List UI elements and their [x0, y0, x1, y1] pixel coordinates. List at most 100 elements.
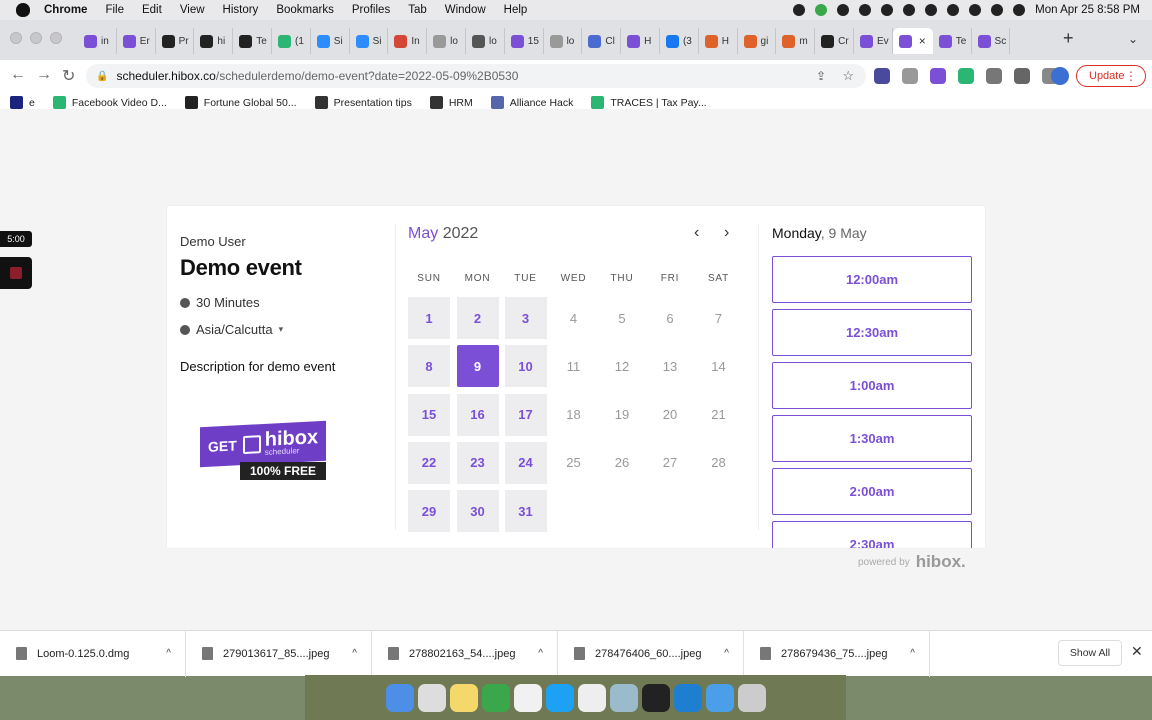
menu-help[interactable]: Help: [504, 4, 528, 16]
user-icon[interactable]: [969, 4, 982, 16]
menu-profiles[interactable]: Profiles: [352, 4, 390, 16]
close-window-button[interactable]: [10, 32, 22, 44]
calendar-day[interactable]: 23: [456, 441, 499, 484]
browser-tab[interactable]: hi: [194, 28, 234, 54]
grammarly-icon[interactable]: [958, 68, 974, 84]
preview-icon[interactable]: [609, 683, 638, 712]
browser-tab[interactable]: Ev: [854, 28, 893, 54]
download-item[interactable]: 278679436_75....jpeg ^: [744, 630, 930, 677]
forward-arrow-icon[interactable]: →: [36, 66, 52, 84]
show-all-downloads-button[interactable]: Show All: [1058, 640, 1122, 666]
extension-icon[interactable]: [902, 68, 918, 84]
calendar-day[interactable]: 3: [504, 297, 547, 339]
next-month-chevron-icon[interactable]: ›: [724, 224, 729, 242]
chrome-icon[interactable]: [513, 683, 542, 712]
upwork-icon[interactable]: [815, 4, 828, 16]
close-tab-icon[interactable]: ×: [919, 34, 926, 48]
download-item[interactable]: 279013617_85....jpeg ^: [186, 630, 372, 677]
battery-icon[interactable]: [925, 4, 938, 16]
time-slot-button[interactable]: 2:00am: [772, 468, 972, 515]
tab-search-chevron-icon[interactable]: ⌄: [1128, 32, 1138, 46]
safari-icon[interactable]: [705, 683, 734, 712]
apple-icon[interactable]: [16, 3, 30, 17]
download-item[interactable]: Loom-0.125.0.dmg ^: [0, 630, 186, 677]
calendar-day-selected[interactable]: 9: [456, 345, 499, 388]
bookmark-item[interactable]: Presentation tips: [314, 96, 412, 109]
play-icon[interactable]: [859, 4, 872, 16]
time-slot-list[interactable]: 12:00am 12:30am 1:00am 1:30am 2:00am 2:30am: [772, 256, 972, 548]
control-center-icon[interactable]: [1013, 4, 1026, 16]
skype-icon[interactable]: [545, 683, 574, 712]
more-menu-icon[interactable]: ⋮: [1125, 69, 1137, 83]
notes-icon[interactable]: [449, 683, 478, 712]
calendar-day[interactable]: 17: [504, 393, 547, 436]
menu-bookmarks[interactable]: Bookmarks: [276, 4, 334, 16]
bookmark-item[interactable]: Fortune Global 50...: [184, 96, 297, 109]
time-slot-button[interactable]: 2:30am: [772, 521, 972, 548]
browser-tab[interactable]: Te: [233, 28, 272, 54]
bookmark-item[interactable]: HRM: [429, 96, 473, 109]
hibox-promo-badge[interactable]: GET hibox scheduler 100% FREE: [200, 420, 328, 484]
download-options-chevron-icon[interactable]: ^: [166, 648, 171, 659]
puzzle-extensions-icon[interactable]: [986, 68, 1002, 84]
browser-tab[interactable]: ×: [892, 28, 933, 54]
download-item[interactable]: 278802163_54....jpeg ^: [372, 630, 558, 677]
menu-app-name[interactable]: Chrome: [44, 4, 87, 16]
prev-month-chevron-icon[interactable]: ‹: [694, 224, 699, 242]
time-slot-button[interactable]: 12:30am: [772, 309, 972, 356]
spotlight-icon[interactable]: [991, 4, 1004, 16]
terminal-icon[interactable]: [641, 683, 670, 712]
browser-tab[interactable]: lo: [427, 28, 466, 54]
menu-file[interactable]: File: [105, 4, 124, 16]
bluetooth-icon[interactable]: [903, 4, 916, 16]
download-options-chevron-icon[interactable]: ^: [724, 648, 729, 659]
browser-tab[interactable]: Cr: [815, 28, 854, 54]
browser-tab[interactable]: lo: [544, 28, 583, 54]
trash-icon[interactable]: [737, 683, 766, 712]
wifi-icon[interactable]: [947, 4, 960, 16]
download-item[interactable]: 278476406_60....jpeg ^: [558, 630, 744, 677]
bookmark-star-icon[interactable]: ☆: [842, 68, 854, 84]
menubar-clock[interactable]: Mon Apr 25 8:58 PM: [1035, 4, 1140, 16]
browser-tab[interactable]: Sc: [972, 28, 1011, 54]
calendar-day[interactable]: 31: [504, 490, 547, 533]
browser-tab[interactable]: (1: [272, 28, 311, 54]
calendar-day[interactable]: 16: [456, 393, 499, 436]
calendar-day[interactable]: 22: [408, 441, 450, 484]
download-options-chevron-icon[interactable]: ^: [352, 648, 357, 659]
back-arrow-icon[interactable]: ←: [10, 66, 26, 84]
reading-list-icon[interactable]: [1014, 68, 1030, 84]
calendar-day[interactable]: 10: [504, 345, 547, 388]
lock-icon[interactable]: 🔒: [96, 71, 108, 82]
time-machine-icon[interactable]: [881, 4, 894, 16]
close-downloads-icon[interactable]: ✕: [1131, 643, 1143, 660]
download-options-chevron-icon[interactable]: ^: [910, 648, 915, 659]
zoom-window-button[interactable]: [50, 32, 62, 44]
new-tab-button[interactable]: +: [1063, 28, 1074, 49]
bookmark-item[interactable]: TRACES | Tax Pay...: [591, 96, 707, 109]
browser-tab[interactable]: H: [621, 28, 660, 54]
browser-tab[interactable]: Si: [311, 28, 350, 54]
upwork-icon[interactable]: [481, 683, 510, 712]
bookmark-item[interactable]: Alliance Hack: [490, 96, 573, 109]
download-options-chevron-icon[interactable]: ^: [538, 648, 543, 659]
share-icon[interactable]: ⇪: [816, 69, 826, 83]
calendar-day[interactable]: 29: [408, 490, 450, 533]
browser-tab[interactable]: gi: [738, 28, 777, 54]
minimize-window-button[interactable]: [30, 32, 42, 44]
bookmark-item[interactable]: Facebook Video D...: [52, 96, 167, 109]
menu-edit[interactable]: Edit: [142, 4, 162, 16]
extension-icon[interactable]: [930, 68, 946, 84]
browser-tab[interactable]: in: [78, 28, 117, 54]
time-slot-button[interactable]: 12:00am: [772, 256, 972, 303]
finder-icon[interactable]: [385, 683, 414, 712]
browser-tab[interactable]: Er: [117, 28, 156, 54]
browser-tab[interactable]: H: [699, 28, 738, 54]
browser-tab[interactable]: m: [776, 28, 816, 54]
update-button[interactable]: Update ⋮: [1076, 65, 1146, 87]
loom-stop-button[interactable]: [0, 257, 32, 289]
reload-icon[interactable]: ↻: [62, 66, 75, 86]
address-bar[interactable]: 🔒 scheduler.hibox.co /schedulerdemo/demo…: [86, 64, 866, 88]
calendar-day[interactable]: 24: [504, 441, 547, 484]
calendar-day[interactable]: 8: [408, 345, 450, 388]
